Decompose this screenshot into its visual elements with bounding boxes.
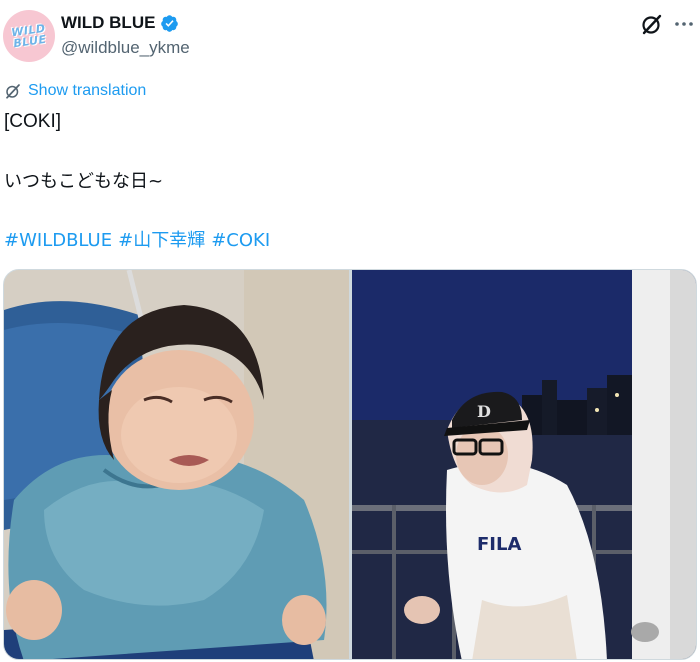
svg-text:FILA: FILA xyxy=(477,534,521,555)
display-name-row[interactable]: WILD BLUE xyxy=(61,13,179,33)
baby-photo-illustration xyxy=(4,270,349,659)
night-portrait-photo[interactable]: FILA D xyxy=(352,270,696,659)
svg-text:D: D xyxy=(477,402,491,421)
night-portrait-illustration: FILA D xyxy=(352,270,696,659)
hashtag-yamashita-koki[interactable]: #山下幸輝 xyxy=(118,229,205,253)
verified-badge-icon xyxy=(161,14,179,32)
tweet-header: WILD BLUE WILD BLUE @wildblue_ykme xyxy=(0,0,700,70)
grok-icon[interactable] xyxy=(640,12,664,36)
baby-photo[interactable] xyxy=(4,270,349,659)
account-handle[interactable]: @wildblue_ykme xyxy=(61,38,190,58)
avatar-logo-text: WILD BLUE xyxy=(10,21,48,51)
grok-translate-icon xyxy=(6,84,20,99)
more-options-icon[interactable] xyxy=(672,12,696,36)
show-translation-link[interactable]: Show translation xyxy=(4,82,146,100)
display-name[interactable]: WILD BLUE xyxy=(61,13,155,33)
show-translation-label[interactable]: Show translation xyxy=(28,82,146,100)
tweet-text-line-2: いつもこどもな日~ xyxy=(4,171,164,192)
tweet-text-line-1: [COKI] xyxy=(4,111,62,132)
media-grid: FILA D xyxy=(3,269,697,660)
avatar[interactable]: WILD BLUE xyxy=(3,10,55,62)
hashtag-coki[interactable]: #COKI xyxy=(211,229,270,253)
hashtag-wildblue[interactable]: #WILDBLUE xyxy=(4,229,112,253)
hashtag-row: #WILDBLUE #山下幸輝 #COKI xyxy=(4,229,270,253)
